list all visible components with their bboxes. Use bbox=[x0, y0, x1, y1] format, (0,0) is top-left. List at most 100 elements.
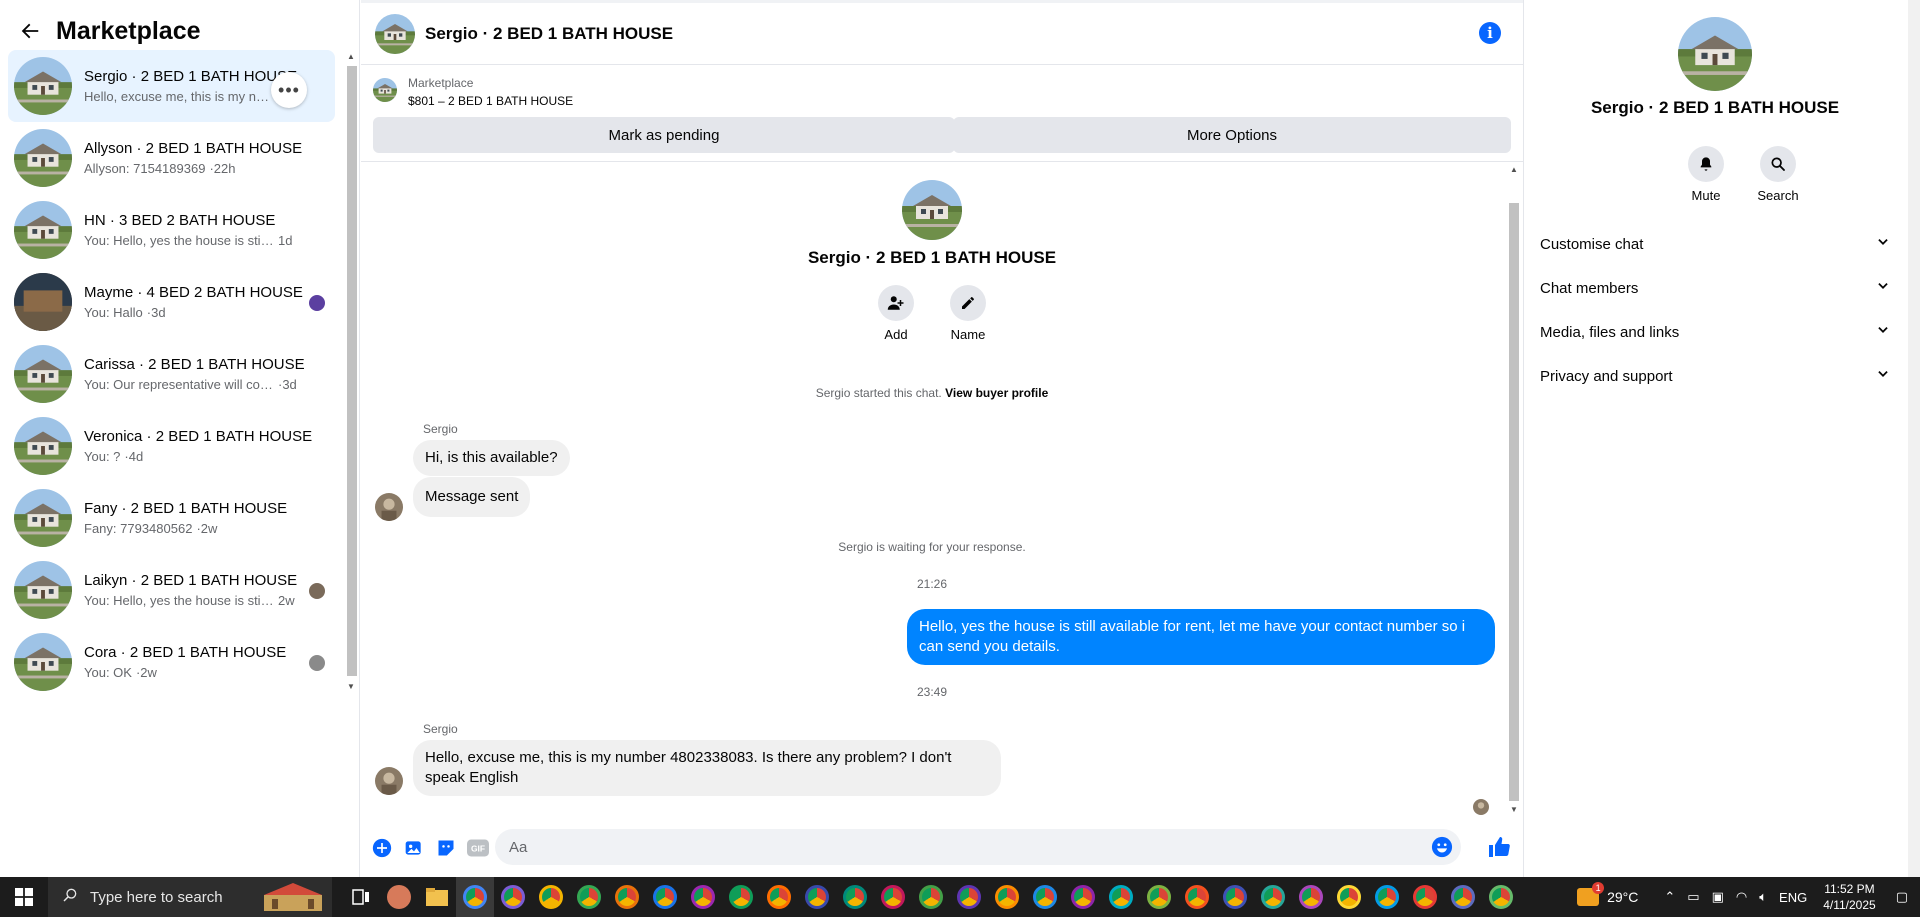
listing-title[interactable]: $801 – 2 BED 1 BATH HOUSE bbox=[408, 94, 573, 108]
chrome-profile-icon[interactable] bbox=[1368, 877, 1406, 917]
chrome-profile-icon[interactable] bbox=[874, 877, 912, 917]
chrome-profile-icon[interactable] bbox=[1216, 877, 1254, 917]
thumbs-up-icon[interactable] bbox=[1487, 835, 1513, 861]
chrome-profile-icon[interactable] bbox=[798, 877, 836, 917]
scroll-down-arrow-icon[interactable]: ▼ bbox=[1510, 805, 1518, 814]
more-options-button[interactable]: More Options bbox=[953, 117, 1511, 153]
conversation-item-veronica[interactable]: Veronica · 2 BED 1 BATH HOUSE You: ? ·4d bbox=[8, 410, 335, 482]
add-people-button[interactable]: Add bbox=[866, 285, 926, 342]
app-icon-dot bbox=[843, 885, 867, 909]
notifications-icon[interactable]: ▢ bbox=[1896, 889, 1908, 905]
scroll-down-arrow-icon[interactable]: ▼ bbox=[347, 682, 355, 691]
chrome-profile-icon[interactable] bbox=[1026, 877, 1064, 917]
mute-label: Mute bbox=[1691, 188, 1721, 203]
sidebar-scrollbar[interactable]: ▲ ▼ bbox=[345, 52, 357, 695]
chrome-profile-icon[interactable] bbox=[1444, 877, 1482, 917]
taskbar-search-box[interactable]: Type here to search bbox=[48, 877, 332, 917]
conversation-item-cora[interactable]: Cora · 2 BED 1 BATH HOUSE You: OK ·2w bbox=[8, 626, 335, 698]
incoming-message[interactable]: Hi, is this available? bbox=[413, 440, 570, 476]
device-icon[interactable]: ▭ bbox=[1687, 889, 1699, 905]
conversation-item-carissa[interactable]: Carissa · 2 BED 1 BATH HOUSE You: Our re… bbox=[8, 338, 335, 410]
conversation-item-sergio[interactable]: Sergio · 2 BED 1 BATH HOUSE Hello, excus… bbox=[8, 50, 335, 122]
page-scrollbar[interactable] bbox=[1908, 0, 1920, 877]
paint-app-icon[interactable] bbox=[380, 877, 418, 917]
file-explorer-icon[interactable] bbox=[418, 877, 456, 917]
outgoing-message[interactable]: Hello, yes the house is still available … bbox=[907, 609, 1495, 665]
chrome-profile-icon[interactable] bbox=[1140, 877, 1178, 917]
chrome-profile-icon[interactable] bbox=[1254, 877, 1292, 917]
display-icon[interactable]: ▣ bbox=[1712, 889, 1724, 905]
mark-as-pending-button[interactable]: Mark as pending bbox=[373, 117, 955, 153]
sender-avatar[interactable] bbox=[375, 493, 403, 521]
scroll-up-arrow-icon[interactable]: ▲ bbox=[1510, 165, 1518, 174]
chrome-profile-icon[interactable] bbox=[494, 877, 532, 917]
search-button[interactable]: Search bbox=[1748, 146, 1808, 203]
conversation-avatar bbox=[14, 489, 72, 547]
privacy-support-section[interactable]: Privacy and support bbox=[1540, 356, 1890, 396]
chrome-profile-icon[interactable] bbox=[836, 877, 874, 917]
back-arrow-icon[interactable] bbox=[16, 17, 44, 45]
plus-icon[interactable] bbox=[371, 837, 393, 859]
emoji-icon[interactable] bbox=[1431, 836, 1453, 858]
chrome-profile-icon[interactable] bbox=[456, 877, 494, 917]
app-icon-dot bbox=[1451, 885, 1475, 909]
sticker-icon[interactable] bbox=[435, 837, 457, 859]
chrome-profile-icon[interactable] bbox=[988, 877, 1026, 917]
chrome-profile-icon[interactable] bbox=[1482, 877, 1520, 917]
chrome-profile-icon[interactable] bbox=[1292, 877, 1330, 917]
chat-members-section[interactable]: Chat members bbox=[1540, 268, 1890, 308]
scrollbar-thumb[interactable] bbox=[1509, 203, 1519, 801]
chrome-profile-icon[interactable] bbox=[912, 877, 950, 917]
view-buyer-profile-link[interactable]: View buyer profile bbox=[945, 386, 1048, 400]
listing-thumbnail[interactable] bbox=[373, 78, 397, 102]
wifi-icon[interactable]: ◠ bbox=[1736, 889, 1747, 905]
volume-icon[interactable]: 🔈︎ bbox=[1759, 889, 1767, 905]
windows-start-icon[interactable] bbox=[0, 877, 48, 917]
scrollbar-thumb[interactable] bbox=[347, 66, 357, 676]
chrome-profile-icon[interactable] bbox=[532, 877, 570, 917]
message-input[interactable]: Aa bbox=[495, 829, 1461, 865]
chrome-profile-icon[interactable] bbox=[1330, 877, 1368, 917]
chrome-profile-icon[interactable] bbox=[570, 877, 608, 917]
gif-icon[interactable]: GIF bbox=[467, 837, 489, 859]
customise-chat-section[interactable]: Customise chat bbox=[1540, 224, 1890, 264]
conversation-item-fany[interactable]: Fany · 2 BED 1 BATH HOUSE Fany: 77934805… bbox=[8, 482, 335, 554]
info-icon[interactable]: i bbox=[1479, 22, 1501, 44]
scroll-up-arrow-icon[interactable]: ▲ bbox=[347, 52, 355, 61]
chrome-profile-icon[interactable] bbox=[1406, 877, 1444, 917]
language-indicator[interactable]: ENG bbox=[1779, 890, 1807, 905]
chrome-profile-icon[interactable] bbox=[646, 877, 684, 917]
task-view-icon[interactable] bbox=[342, 877, 380, 917]
chevron-up-icon[interactable]: ⌃ bbox=[1664, 889, 1675, 905]
mute-button[interactable]: Mute bbox=[1676, 146, 1736, 203]
incoming-message[interactable]: Hello, excuse me, this is my number 4802… bbox=[413, 740, 1001, 796]
chrome-profile-icon[interactable] bbox=[684, 877, 722, 917]
conversation-item-laikyn[interactable]: Laikyn · 2 BED 1 BATH HOUSE You: Hello, … bbox=[8, 554, 335, 626]
photo-icon[interactable] bbox=[403, 837, 425, 859]
more-options-button[interactable]: ••• bbox=[271, 72, 307, 108]
sender-avatar[interactable] bbox=[375, 767, 403, 795]
conversation-item-allyson[interactable]: Allyson · 2 BED 1 BATH HOUSE Allyson: 71… bbox=[8, 122, 335, 194]
chat-details-panel: Sergio · 2 BED 1 BATH HOUSE Mute Search … bbox=[1523, 0, 1920, 877]
name-chat-button[interactable]: Name bbox=[938, 285, 998, 342]
app-icon-dot bbox=[1033, 885, 1057, 909]
chrome-profile-icon[interactable] bbox=[608, 877, 646, 917]
chrome-profile-icon[interactable] bbox=[760, 877, 798, 917]
conversation-item-hn[interactable]: HN · 3 BED 2 BATH HOUSE You: Hello, yes … bbox=[8, 194, 335, 266]
conversation-item-mayme[interactable]: Mayme · 4 BED 2 BATH HOUSE You: Hallo ·3d bbox=[8, 266, 335, 338]
chat-avatar[interactable] bbox=[375, 14, 415, 54]
chat-scrollbar[interactable]: ▲ ▼ bbox=[1507, 163, 1521, 818]
app-icon-dot bbox=[1261, 885, 1285, 909]
conversation-name: Laikyn · 2 BED 1 BATH HOUSE bbox=[84, 572, 298, 589]
chrome-profile-icon[interactable] bbox=[1064, 877, 1102, 917]
chrome-profile-icon[interactable] bbox=[1178, 877, 1216, 917]
app-icon-dot bbox=[995, 885, 1019, 909]
chrome-profile-icon[interactable] bbox=[950, 877, 988, 917]
chrome-profile-icon[interactable] bbox=[1102, 877, 1140, 917]
media-files-links-section[interactable]: Media, files and links bbox=[1540, 312, 1890, 352]
weather-widget[interactable]: 1 29°C bbox=[1577, 882, 1638, 906]
incoming-message[interactable]: Message sent bbox=[413, 477, 531, 517]
clock[interactable]: 11:52 PM 4/11/2025 bbox=[1823, 881, 1876, 913]
chat-title[interactable]: Sergio · 2 BED 1 BATH HOUSE bbox=[425, 24, 673, 44]
chrome-profile-icon[interactable] bbox=[722, 877, 760, 917]
